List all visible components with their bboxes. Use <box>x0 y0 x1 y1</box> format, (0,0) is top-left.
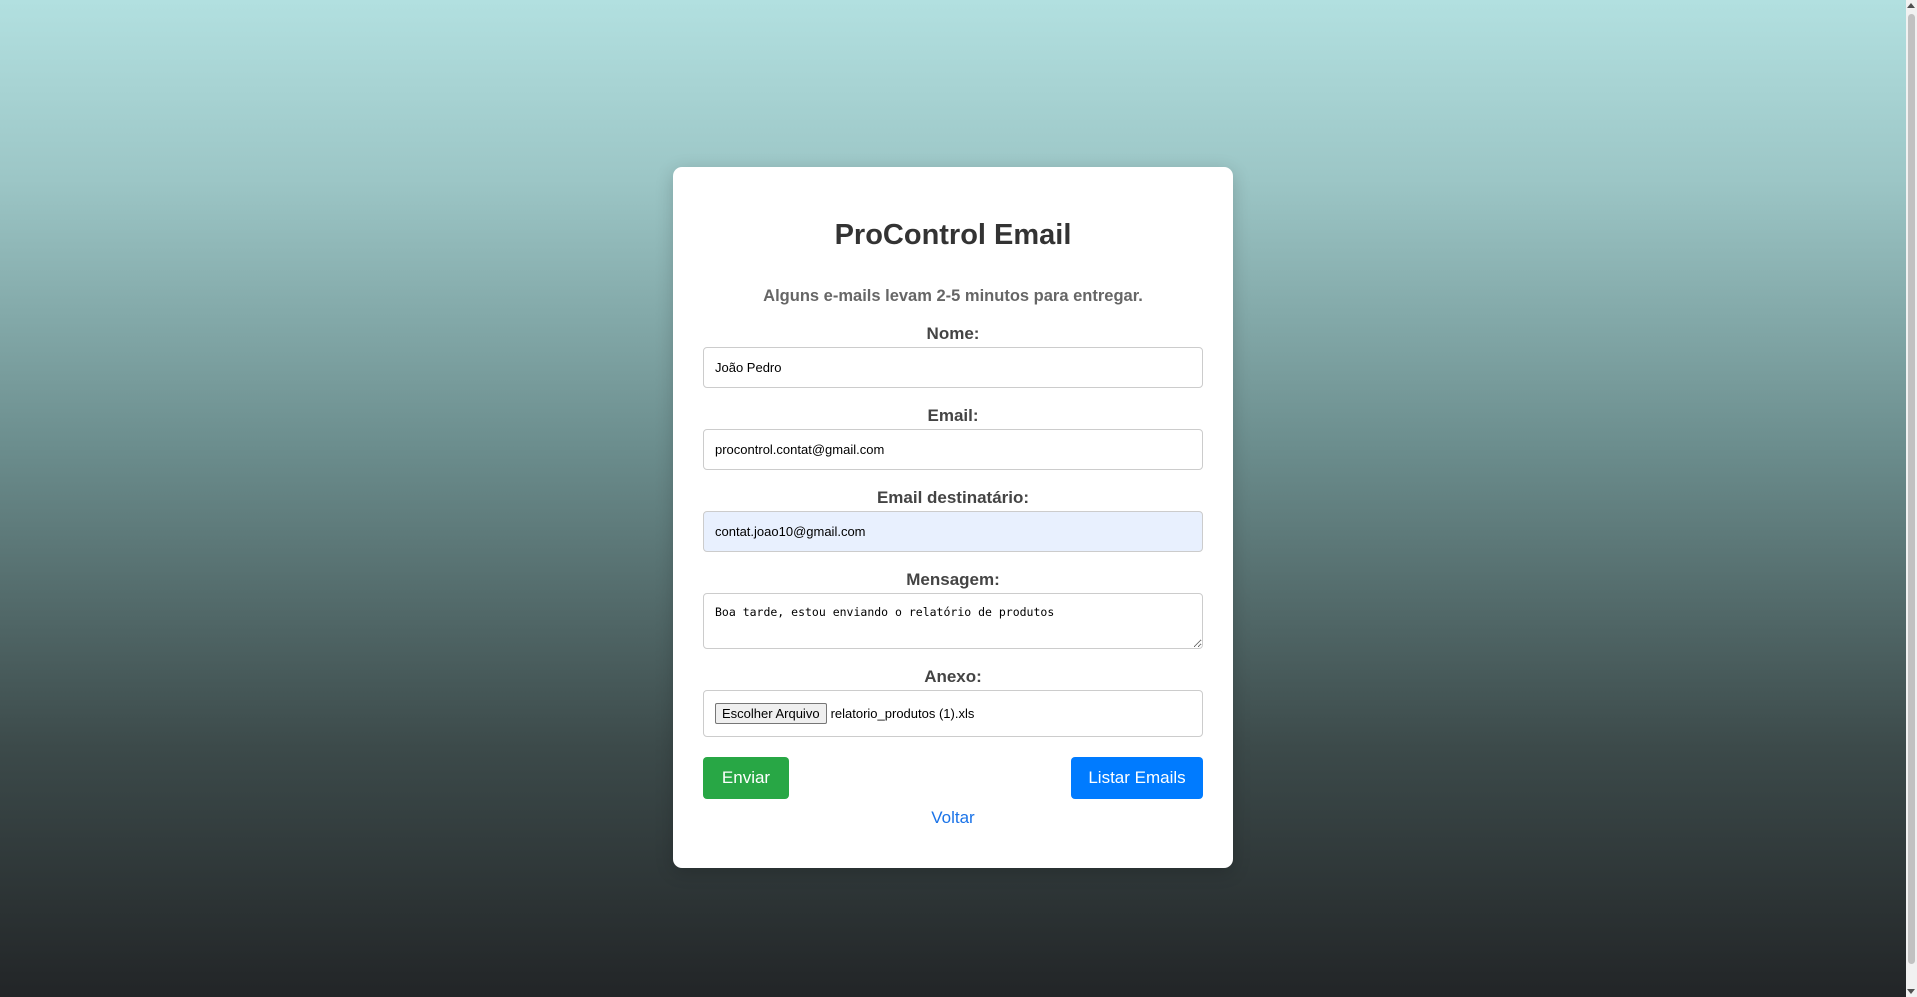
message-textarea[interactable]: Boa tarde, estou enviando o relatório de… <box>703 593 1203 649</box>
message-label: Mensagem: <box>906 570 1000 589</box>
scrollbar-thumb[interactable] <box>1908 14 1915 964</box>
list-emails-button[interactable]: Listar Emails <box>1071 757 1203 799</box>
recipient-email-input[interactable] <box>703 511 1203 552</box>
scroll-up-icon[interactable] <box>1907 3 1915 8</box>
delivery-notice: Alguns e-mails levam 2-5 minutos para en… <box>763 287 1143 305</box>
send-button[interactable]: Enviar <box>703 757 789 799</box>
name-input[interactable] <box>703 347 1203 388</box>
recipient-email-label: Email destinatário: <box>876 488 1030 507</box>
back-link[interactable]: Voltar <box>703 808 1203 828</box>
email-label: Email: <box>927 406 979 425</box>
vertical-scrollbar[interactable] <box>1906 0 1917 997</box>
name-label: Nome: <box>926 324 980 343</box>
attachment-label: Anexo: <box>924 667 982 686</box>
attachment-input: Escolher Arquivo relatorio_produtos (1).… <box>703 690 1203 737</box>
page-title: ProControl Email <box>834 219 1072 251</box>
choose-file-button[interactable]: Escolher Arquivo <box>715 703 827 724</box>
attachment-file-name: relatorio_produtos (1).xls <box>830 706 975 721</box>
sender-email-input[interactable] <box>703 429 1203 470</box>
scroll-down-icon[interactable] <box>1907 989 1915 994</box>
email-form-card: ProControl Email Alguns e-mails levam 2-… <box>673 167 1233 868</box>
form-actions: Enviar Listar Emails <box>703 757 1203 799</box>
